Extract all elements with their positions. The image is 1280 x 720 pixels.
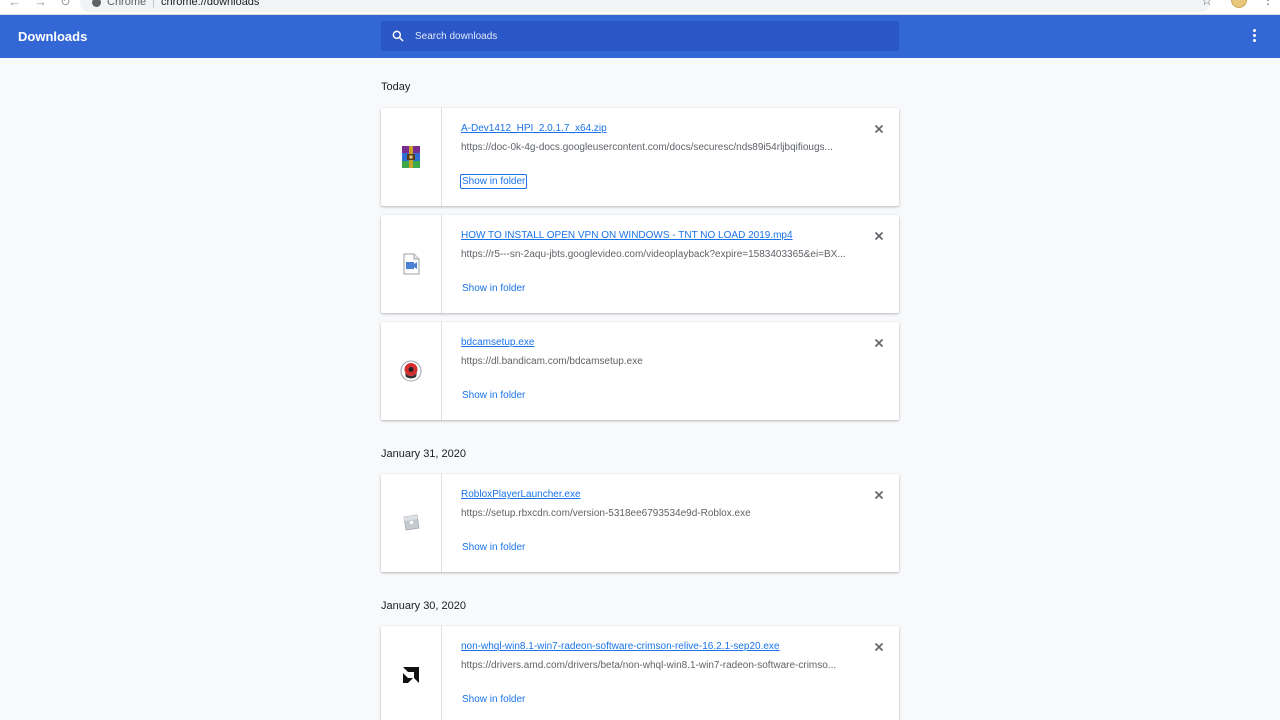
- file-icon-area: [381, 626, 442, 720]
- amd-logo-icon: [403, 667, 419, 683]
- search-box[interactable]: [381, 21, 899, 51]
- page-title: Downloads: [18, 29, 88, 44]
- download-item: RobloxPlayerLauncher.exe https://setup.r…: [381, 474, 899, 572]
- browser-toolbar: ← → ↻ Chrome | chrome://downloads ☆ ⋮: [0, 0, 1280, 15]
- winrar-archive-icon: [402, 146, 420, 168]
- remove-download-button[interactable]: [872, 122, 886, 136]
- profile-avatar[interactable]: [1231, 0, 1247, 8]
- downloads-list: Today A-Dev1412_HPI_2.0.1.7_x64.zip http…: [381, 58, 899, 720]
- back-arrow-icon[interactable]: ←: [8, 0, 21, 10]
- date-header: January 31, 2020: [381, 448, 467, 460]
- close-icon: [874, 124, 884, 134]
- date-header: January 30, 2020: [381, 600, 467, 612]
- close-icon: [874, 490, 884, 500]
- search-icon: [392, 30, 404, 42]
- remove-download-button[interactable]: [872, 336, 886, 350]
- date-header: Today: [381, 81, 411, 93]
- file-name-link[interactable]: RobloxPlayerLauncher.exe: [461, 489, 581, 500]
- chrome-page-icon: [92, 0, 101, 7]
- bookmark-star-icon[interactable]: ☆: [1201, 0, 1213, 9]
- file-name-link[interactable]: non-whql-win8.1-win7-radeon-software-cri…: [461, 641, 779, 652]
- file-url[interactable]: https://doc-0k-4g-docs.googleusercontent…: [461, 142, 846, 153]
- close-icon: [874, 642, 884, 652]
- address-bar[interactable]: Chrome | chrome://downloads: [80, 0, 1210, 12]
- file-url[interactable]: https://dl.bandicam.com/bdcamsetup.exe: [461, 356, 846, 367]
- more-actions-icon[interactable]: [1246, 27, 1262, 47]
- download-item: non-whql-win8.1-win7-radeon-software-cri…: [381, 626, 899, 720]
- downloads-toolbar: Downloads: [0, 15, 1280, 58]
- close-icon: [874, 338, 884, 348]
- address-host: Chrome: [107, 0, 147, 8]
- file-name-link[interactable]: bdcamsetup.exe: [461, 337, 534, 348]
- show-in-folder-button[interactable]: Show in folder: [460, 388, 527, 403]
- file-name-link[interactable]: HOW TO INSTALL OPEN VPN ON WINDOWS - TNT…: [461, 230, 793, 241]
- file-name-link[interactable]: A-Dev1412_HPI_2.0.1.7_x64.zip: [461, 123, 607, 134]
- close-icon: [874, 231, 884, 241]
- search-input[interactable]: [415, 21, 885, 51]
- show-in-folder-button[interactable]: Show in folder: [460, 281, 527, 296]
- show-in-folder-button[interactable]: Show in folder: [460, 174, 528, 189]
- show-in-folder-button[interactable]: Show in folder: [460, 540, 527, 555]
- file-url[interactable]: https://drivers.amd.com/drivers/beta/non…: [461, 660, 846, 671]
- reload-icon[interactable]: ↻: [60, 0, 71, 10]
- browser-menu-icon[interactable]: ⋮: [1262, 0, 1274, 7]
- download-item: bdcamsetup.exe https://dl.bandicam.com/b…: [381, 322, 899, 420]
- file-icon-area: [381, 108, 442, 206]
- forward-arrow-icon[interactable]: →: [34, 0, 47, 10]
- address-path: chrome://downloads: [160, 0, 260, 8]
- file-icon-area: [381, 322, 442, 420]
- remove-download-button[interactable]: [872, 488, 886, 502]
- remove-download-button[interactable]: [872, 229, 886, 243]
- show-in-folder-button[interactable]: Show in folder: [460, 692, 527, 707]
- download-item: A-Dev1412_HPI_2.0.1.7_x64.zip https://do…: [381, 108, 899, 206]
- bandicam-icon: [400, 360, 422, 382]
- roblox-icon: [403, 514, 420, 531]
- download-item: HOW TO INSTALL OPEN VPN ON WINDOWS - TNT…: [381, 215, 899, 313]
- remove-download-button[interactable]: [872, 640, 886, 654]
- file-url[interactable]: https://setup.rbxcdn.com/version-5318ee6…: [461, 508, 846, 519]
- file-icon-area: [381, 215, 442, 313]
- video-file-icon: [403, 253, 420, 275]
- file-icon-area: [381, 474, 442, 572]
- file-url[interactable]: https://r5---sn-2aqu-jbts.googlevideo.co…: [461, 249, 846, 260]
- address-separator: |: [152, 0, 155, 8]
